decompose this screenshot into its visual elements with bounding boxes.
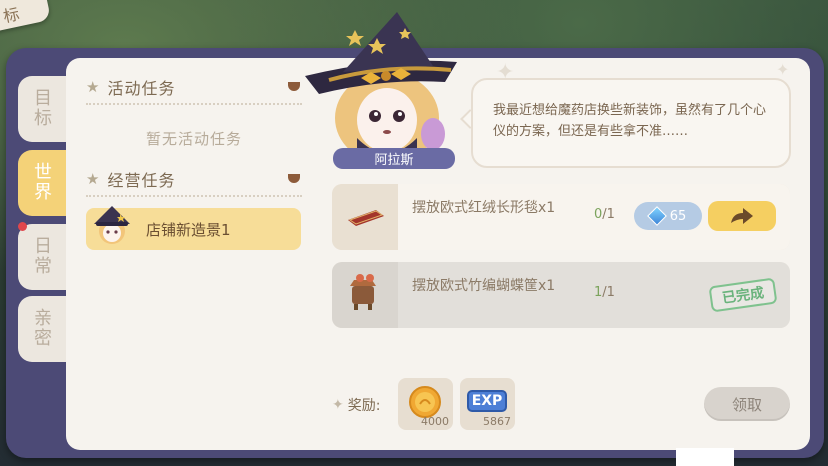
- butterfly-basket-icon: [350, 274, 376, 310]
- sparkle-icon: ✦: [776, 60, 790, 79]
- collapse-icon[interactable]: [288, 174, 300, 183]
- tab-daily[interactable]: 日常: [18, 224, 68, 290]
- requirement-icon-box: [332, 184, 398, 250]
- requirement-card-rug: 摆放欧式红绒长形毯x1 0/1 65: [332, 184, 790, 250]
- gem-icon: [646, 206, 667, 226]
- divider: [86, 195, 302, 197]
- progress-total: /1: [602, 207, 615, 222]
- reward-gold-amount: 4000: [421, 415, 449, 428]
- sparkle-icon: ✦: [332, 397, 344, 413]
- reward-label: ✦ 奖励:: [332, 395, 380, 415]
- npc-witch-portrait: [305, 12, 457, 168]
- tab-daily-label: 日常: [34, 236, 52, 277]
- reward-exp-amount: 5867: [483, 415, 511, 428]
- claim-button[interactable]: 领取: [704, 387, 790, 421]
- tab-world[interactable]: 世界: [18, 150, 68, 216]
- npc-dialogue-text: 我最近想给魔药店换些新装饰，虽然有了几个心仪的方案，但还是有些拿不准……: [493, 103, 767, 139]
- requirement-card-basket: 摆放欧式竹编蝴蝶筐x1 1/1 已完成: [332, 262, 790, 328]
- tab-intimacy[interactable]: 亲密: [18, 296, 68, 362]
- gem-cost-button[interactable]: 65: [634, 202, 702, 230]
- tab-intimacy-label: 亲密: [34, 308, 52, 349]
- business-section-header[interactable]: ★ 经营任务: [86, 164, 302, 194]
- gem-cost-value: 65: [669, 208, 687, 224]
- collapse-icon[interactable]: [288, 82, 300, 91]
- activity-section-header[interactable]: ★ 活动任务: [86, 72, 302, 102]
- task-item-shop-scenery[interactable]: 店铺新造景1: [86, 206, 301, 250]
- requirement-text: 摆放欧式竹编蝴蝶筐x1: [412, 278, 556, 294]
- requirement-text: 摆放欧式红绒长形毯x1: [412, 200, 556, 216]
- requirement-progress: 1/1: [594, 285, 615, 300]
- tab-goals[interactable]: 目标: [18, 76, 68, 142]
- star-icon: ★: [86, 78, 100, 96]
- business-section-title: 经营任务: [107, 171, 176, 190]
- reward-gold[interactable]: 4000: [398, 378, 453, 430]
- corner-tab-label: 标: [1, 4, 22, 27]
- npc-name-plate: 阿拉斯: [333, 148, 455, 169]
- sparkle-icon: ✦: [496, 60, 515, 85]
- activity-section-title: 活动任务: [107, 79, 176, 98]
- arrow-right-icon: [731, 208, 753, 224]
- background-patch: [676, 448, 734, 466]
- go-button[interactable]: [708, 201, 776, 231]
- witch-avatar-icon: [94, 206, 130, 244]
- reward-label-text: 奖励:: [347, 398, 381, 414]
- requirement-progress: 0/1: [594, 207, 615, 222]
- requirement-icon-box: [332, 262, 398, 328]
- red-rug-icon: [348, 210, 384, 226]
- progress-total: /1: [602, 285, 615, 300]
- exp-icon: EXP: [467, 390, 507, 412]
- npc-dialogue-bubble: 我最近想给魔药店换些新装饰，虽然有了几个心仪的方案，但还是有些拿不准……: [471, 78, 791, 168]
- star-icon: ★: [86, 170, 100, 188]
- daily-alert-dot: [18, 222, 27, 231]
- tab-goals-label: 目标: [34, 88, 52, 129]
- task-item-label: 店铺新造景1: [146, 220, 231, 239]
- reward-exp[interactable]: EXP 5867: [460, 378, 515, 430]
- tab-world-label: 世界: [34, 162, 52, 203]
- activity-empty-text: 暂无活动任务: [145, 130, 242, 148]
- divider: [86, 103, 302, 105]
